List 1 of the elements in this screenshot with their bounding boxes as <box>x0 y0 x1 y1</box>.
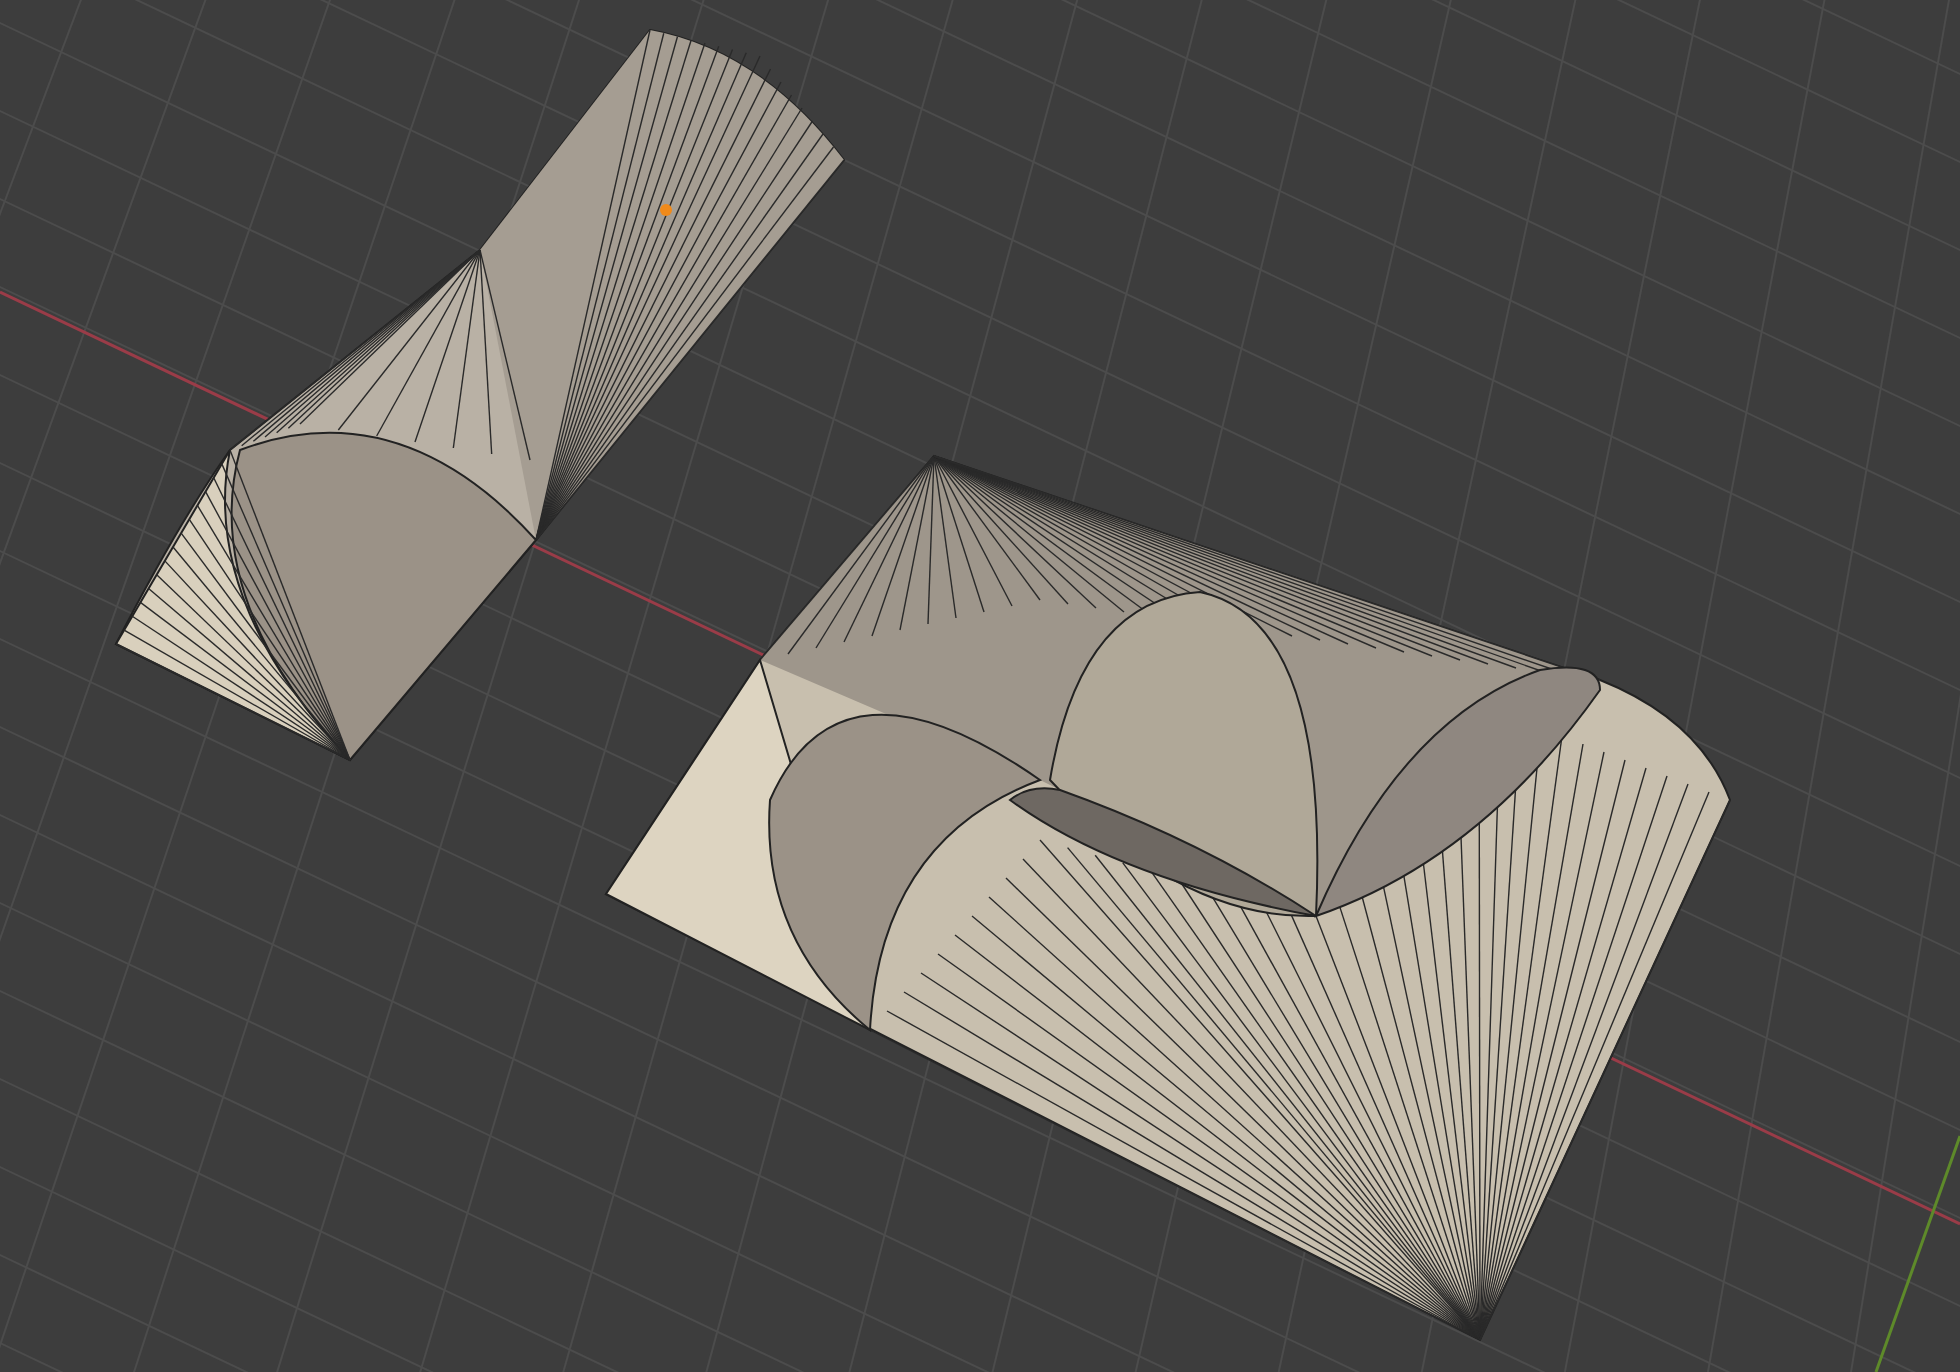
object-origin-icon <box>660 204 672 216</box>
